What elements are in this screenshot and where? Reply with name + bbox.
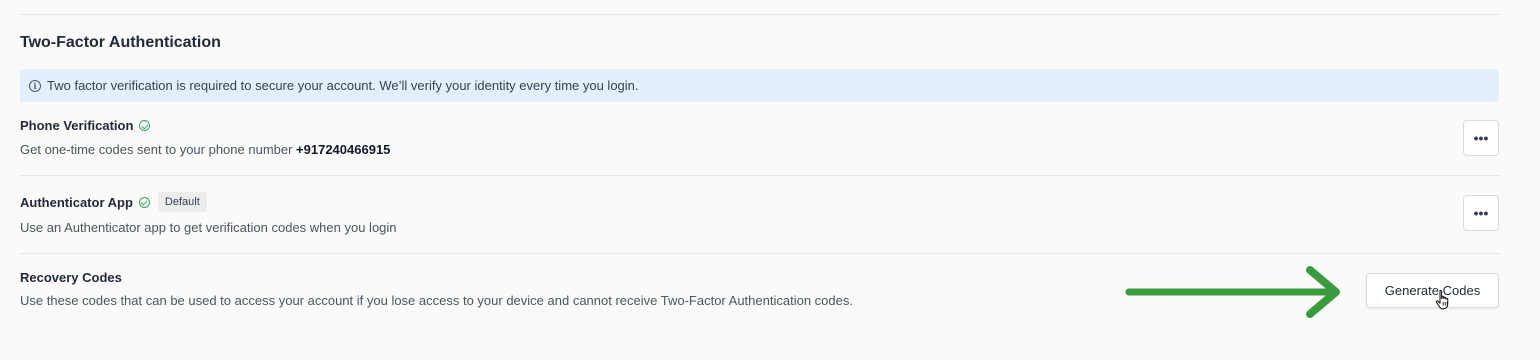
hand-cursor-icon: [1435, 289, 1449, 310]
section-title: Two-Factor Authentication: [20, 34, 221, 51]
phone-verification-title-wrap: Phone Verification: [20, 118, 1500, 133]
info-banner: i Two factor verification is required to…: [20, 69, 1499, 102]
recovery-title: Recovery Codes: [20, 270, 122, 285]
phone-verification-desc: Get one-time codes sent to your phone nu…: [20, 142, 1500, 157]
annotation-arrow-icon: [1125, 266, 1340, 318]
phone-verification-title: Phone Verification: [20, 118, 134, 133]
authenticator-title-wrap: Authenticator App Default: [20, 192, 1500, 212]
authenticator-more-button[interactable]: •••: [1463, 195, 1499, 231]
top-divider: [20, 14, 1500, 15]
phone-number: +917240466915: [296, 142, 391, 157]
generate-codes-button[interactable]: Generate Codes: [1366, 273, 1499, 308]
info-icon: i: [29, 79, 41, 92]
row-divider: [20, 175, 1500, 176]
default-badge: Default: [157, 192, 207, 212]
phone-more-button[interactable]: •••: [1463, 120, 1499, 156]
check-circle-icon: [139, 120, 151, 131]
ellipsis-icon: •••: [1473, 205, 1489, 221]
authenticator-desc: Use an Authenticator app to get verifica…: [20, 220, 397, 235]
ellipsis-icon: •••: [1473, 130, 1489, 146]
info-banner-text: Two factor verification is required to s…: [47, 78, 639, 93]
row-divider: [20, 253, 1500, 254]
authenticator-app-row: Authenticator App Default Use an Authent…: [20, 192, 1500, 235]
phone-desc-text: Get one-time codes sent to your phone nu…: [20, 142, 297, 157]
authenticator-title: Authenticator App: [20, 194, 133, 210]
check-circle-icon: [138, 196, 150, 208]
phone-verification-row: Phone Verification Get one-time codes se…: [20, 118, 1500, 157]
